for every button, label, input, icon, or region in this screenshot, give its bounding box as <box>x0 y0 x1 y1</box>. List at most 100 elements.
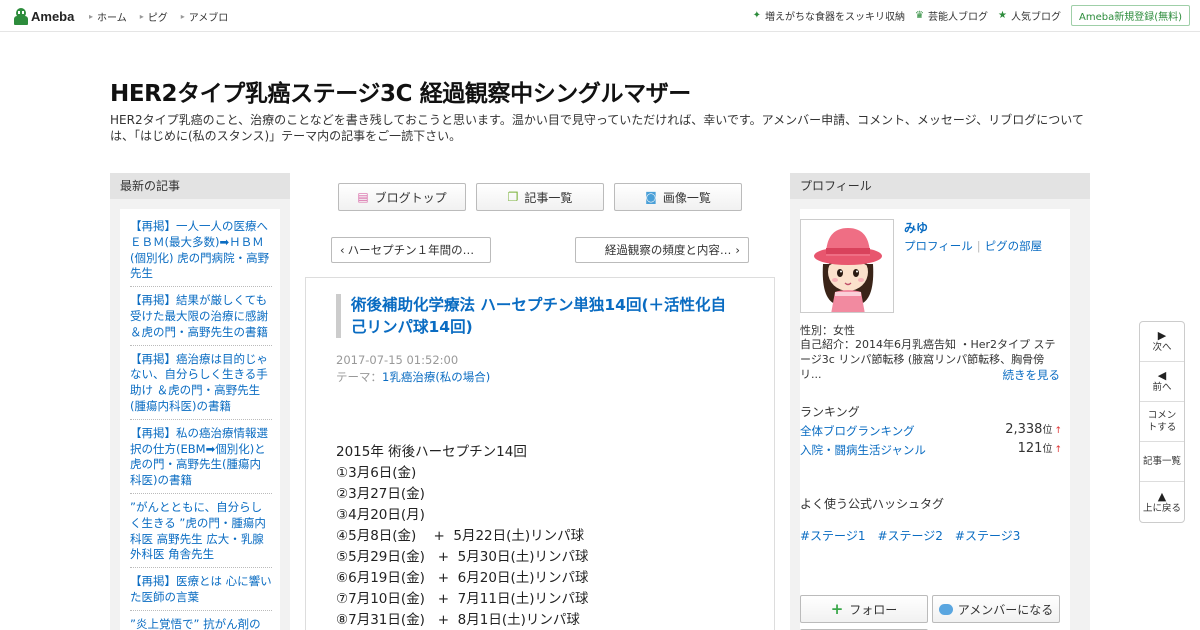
nav-home[interactable]: ▸ ホーム <box>89 9 127 24</box>
ranking-label[interactable]: 全体ブログランキング <box>800 424 915 438</box>
rank-up-icon: ↑ <box>1054 426 1062 436</box>
promo-link[interactable]: ✦ 増えがちな食器をスッキリ収納 <box>753 8 905 23</box>
triangle-right-icon: ▶ <box>1157 329 1167 342</box>
article-body: 2015年 術後ハーセプチン14回 ①3月6日(金) ②3月27日(金) ③4月… <box>336 442 588 630</box>
ranking-value: 2,338位 ↑ <box>1005 421 1062 437</box>
ranking-unit: 位 <box>1042 425 1053 436</box>
previous-article-label: ハーセプチン１年間の… <box>347 243 475 257</box>
register-button[interactable]: Ameba新規登録(無料) <box>1070 5 1190 26</box>
avatar[interactable] <box>800 219 894 313</box>
comment-button[interactable]: コメントする <box>1140 402 1184 442</box>
article-list-side-button[interactable]: 記事一覧 <box>1140 442 1184 482</box>
nav-pigg-label: ピグ <box>147 13 168 24</box>
article-date: 2017-07-15 01:52:00 <box>336 353 459 367</box>
recent-article-link[interactable]: 【再掲】結果が厳しくても受けた最大限の治療に感謝 ＆虎の門・高野先生の書籍 <box>130 291 272 346</box>
popular-blog-link[interactable]: ★ 人気ブログ <box>998 8 1061 23</box>
blog-nav-buttons: ▤ ブログトップ ❐ 記事一覧 ◙ 画像一覧 <box>338 183 752 211</box>
article-line: ⑥6月19日(金) + 6月20日(土)リンパ球 <box>336 570 589 586</box>
promo-link-label: 増えがちな食器をスッキリ収納 <box>765 12 906 23</box>
amember-button[interactable]: アメンバーになる <box>932 595 1060 623</box>
celebrity-blog-label: 芸能人ブログ <box>928 12 989 23</box>
ranking-unit: 位 <box>1042 444 1053 455</box>
profile-body: みゆ プロフィール | ピグの部屋 性別：女性 自己紹介：2014年6月乳癌告知 ・… <box>800 209 1070 630</box>
recent-article-link[interactable]: 【再掲】癌治療は目的じゃない、自分らしく生きる手助け ＆虎の門・高野先生(腫瘍内… <box>130 350 272 420</box>
speech-bubble-icon <box>938 603 953 615</box>
plus-icon: + <box>830 600 844 618</box>
hashtag-link[interactable]: #ステージ3 <box>955 527 1020 544</box>
ameba-logo[interactable]: Ameba <box>14 7 74 25</box>
recent-articles-heading: 最新の記事 <box>110 173 290 199</box>
blog-top-label: ブログトップ <box>374 190 447 205</box>
previous-article-button[interactable]: ‹ ハーセプチン１年間の… <box>331 237 491 263</box>
article-list-label: 記事一覧 <box>524 190 573 205</box>
article-line: 2015年 術後ハーセプチン14回 <box>336 444 527 460</box>
article-theme: テーマ：1乳癌治療(私の場合) <box>336 369 490 385</box>
copy-icon: ❐ <box>507 190 519 204</box>
pigg-room-link[interactable]: ピグの部屋 <box>985 239 1043 253</box>
recent-article-link[interactable]: 【再掲】医療とは 心に響いた医師の言葉 <box>130 572 272 611</box>
nav-pigg[interactable]: ▸ ピグ <box>140 9 168 24</box>
recent-article-link[interactable]: ”炎上覚悟で” 抗がん剤の <box>130 615 272 630</box>
camera-icon: ◙ <box>645 190 657 204</box>
read-more-link[interactable]: 続きを見る <box>1003 367 1061 383</box>
triangle-up-icon: ▲ <box>1157 489 1167 503</box>
global-nav: ▸ ホーム ▸ ピグ ▸ アメブロ <box>89 9 241 24</box>
article-line: ⑧7月31日(金) + 8月1日(土)リンパ球 <box>336 612 580 628</box>
image-list-button[interactable]: ◙ 画像一覧 <box>614 183 742 211</box>
chevron-left-icon: ‹ <box>340 243 345 257</box>
ranking-row: 全体ブログランキング 2,338位 ↑ <box>800 421 1062 439</box>
nav-ameblo[interactable]: ▸ アメブロ <box>181 9 229 24</box>
header-links: ✦ 増えがちな食器をスッキリ収納 ♛ 芸能人ブログ ★ 人気ブログ Ameba新規登録… <box>753 5 1190 26</box>
logo-text: Ameba <box>31 8 75 24</box>
chevron-right-icon: ▸ <box>139 12 144 21</box>
blog-title[interactable]: HER2タイプ乳癌ステージ3C 経過観察中シングルマザー <box>110 74 691 108</box>
sparkle-icon: ✦ <box>752 10 762 21</box>
profile-name[interactable]: みゆ <box>904 219 928 236</box>
ranking-row: 入院・闘病生活ジャンル 121位 ↑ <box>800 440 1062 458</box>
article-theme-prefix: テーマ： <box>336 370 382 384</box>
next-button[interactable]: ▶ 次へ <box>1140 322 1184 362</box>
document-icon: ▤ <box>357 190 369 204</box>
article-line: ②3月27日(金) <box>336 486 425 502</box>
article-theme-link[interactable]: 1乳癌治療(私の場合) <box>382 370 490 384</box>
article: 術後補助化学療法 ハーセプチン単独14回(＋活性化自己リンパ球14回) 2017… <box>305 277 775 630</box>
article-line: ⑦7月10日(金) + 7月11日(土)リンパ球 <box>336 591 589 607</box>
popular-blog-label: 人気ブログ <box>1010 12 1061 23</box>
blog-description: HER2タイプ乳癌のこと、治療のことなどを書き残しておこうと思います。温かい目で… <box>110 113 1084 143</box>
back-to-top-label: 上に戻る <box>1142 502 1181 514</box>
article-line: ①3月6日(金) <box>336 465 417 481</box>
image-list-label: 画像一覧 <box>662 190 711 205</box>
ranking-label[interactable]: 入院・闘病生活ジャンル <box>800 443 926 457</box>
article-line: ④5月8日(金) + 5月22日(土)リンパ球 <box>336 528 585 544</box>
global-header: Ameba ▸ ホーム ▸ ピグ ▸ アメブロ ✦ 増えがちな食器をスッキリ収納 ♛ 芸能… <box>0 0 1200 32</box>
recent-article-link[interactable]: 【再掲】一人一人の医療へ ＥＢＭ(最大多数)➡ＨＢＭ(個別化) 虎の門病院・高野… <box>130 217 272 288</box>
rank-up-icon: ↑ <box>1054 445 1062 455</box>
prev-label: 前へ <box>1152 382 1172 393</box>
recent-article-link[interactable]: ”がんとともに、自分らしく生きる ”虎の門・腫瘍内科医 高野先生 広大・乳腺外科… <box>130 498 272 569</box>
profile-heading: プロフィール <box>790 173 1090 199</box>
star-icon: ★ <box>998 10 1007 21</box>
hashtag-link[interactable]: #ステージ2 <box>877 527 942 544</box>
prev-button[interactable]: ◀ 前へ <box>1140 362 1184 402</box>
ranking-number: 121 <box>1017 441 1043 456</box>
profile-link[interactable]: プロフィール <box>904 239 973 253</box>
nav-home-label: ホーム <box>97 13 127 24</box>
article-list-side-label: 記事一覧 <box>1142 455 1181 467</box>
chevron-right-icon: ▸ <box>89 12 94 21</box>
link-separator: | <box>976 239 981 253</box>
ranking-value: 121位 ↑ <box>1018 440 1062 456</box>
article-list-button[interactable]: ❐ 記事一覧 <box>476 183 604 211</box>
hashtag-heading: よく使う公式ハッシュタグ <box>800 497 945 511</box>
chevron-right-icon: › <box>735 243 740 257</box>
recent-article-link[interactable]: 【再掲】私の癌治療情報選択の仕方(EBM➡個別化)と虎の門・高野先生(腫瘍内科医… <box>130 424 272 494</box>
ranking-heading: ランキング <box>800 405 860 419</box>
next-article-button[interactable]: 経過観察の頻度と内容… › <box>575 237 749 263</box>
article-title[interactable]: 術後補助化学療法 ハーセプチン単独14回(＋活性化自己リンパ球14回) <box>336 294 736 338</box>
hashtag-list: #ステージ1 #ステージ2 #ステージ3 <box>800 527 1032 544</box>
hashtag-link[interactable]: #ステージ1 <box>800 527 865 544</box>
ameba-logo-icon <box>14 7 28 25</box>
blog-top-button[interactable]: ▤ ブログトップ <box>338 183 466 211</box>
follow-button[interactable]: + フォロー <box>800 595 928 623</box>
back-to-top-button[interactable]: ▲ 上に戻る <box>1140 482 1184 522</box>
celebrity-blog-link[interactable]: ♛ 芸能人ブログ <box>915 8 988 23</box>
